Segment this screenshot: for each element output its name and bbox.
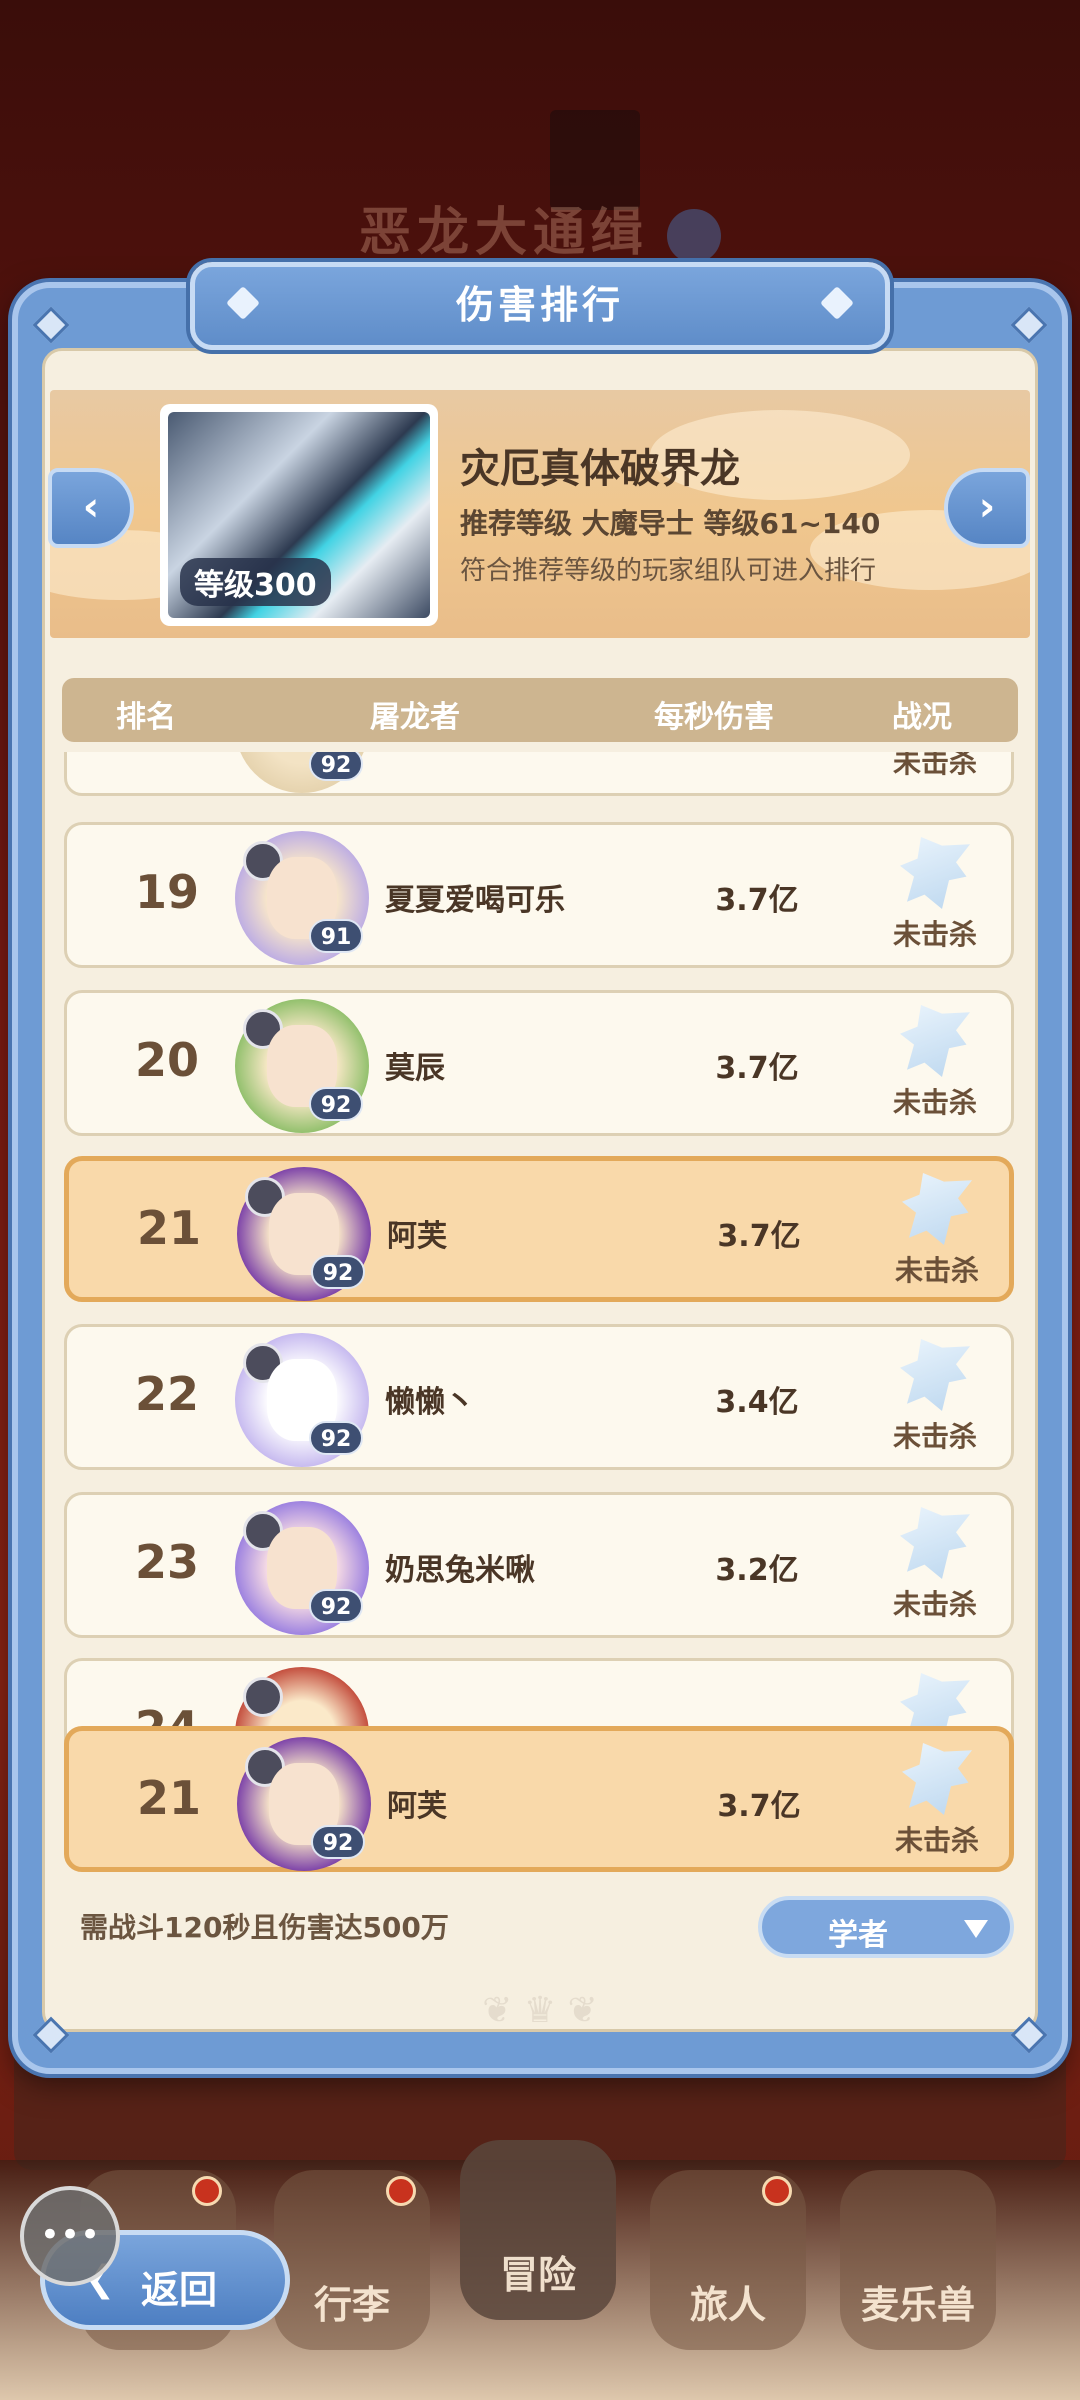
chevron-right-icon: › bbox=[978, 484, 996, 530]
chevron-left-icon: ‹ bbox=[82, 484, 100, 530]
corner-ornament bbox=[32, 306, 70, 344]
class-filter-value: 学者 bbox=[828, 1918, 888, 1953]
player-dps: 3.2亿 bbox=[715, 1553, 799, 1588]
next-boss-button[interactable]: › bbox=[944, 468, 1030, 548]
player-avatar: 92 bbox=[235, 999, 369, 1133]
corner-ornament bbox=[1010, 306, 1048, 344]
chat-icon: ••• bbox=[39, 2215, 101, 2255]
my-ranking-row[interactable]: 21 92 阿芙 3.7亿 未击杀 bbox=[64, 1726, 1014, 1872]
boss-portrait[interactable]: 等级300 bbox=[160, 404, 438, 626]
modal-title-banner: 伤害排行 bbox=[190, 262, 890, 350]
player-avatar: 92 bbox=[235, 1501, 369, 1635]
info-icon bbox=[667, 209, 721, 263]
row-rank: 22 bbox=[134, 1367, 199, 1421]
chat-button[interactable]: ••• bbox=[20, 2186, 120, 2286]
player-avatar: 92 bbox=[235, 1333, 369, 1467]
kill-status: 未击杀 bbox=[873, 1005, 997, 1121]
table-row-highlighted[interactable]: 21 92 阿芙 3.7亿 未击杀 bbox=[64, 1156, 1014, 1302]
row-rank: 20 bbox=[134, 1033, 199, 1087]
notification-badge bbox=[762, 2176, 792, 2206]
notification-badge bbox=[192, 2176, 222, 2206]
previous-boss-button[interactable]: ‹ bbox=[48, 468, 134, 548]
sparkle-icon bbox=[226, 286, 260, 320]
kill-status: 未击杀 bbox=[873, 752, 997, 781]
table-row[interactable]: 19 91 夏夏爱喝可乐 3.7亿 未击杀 bbox=[64, 822, 1014, 968]
player-avatar: 92 bbox=[237, 1167, 371, 1301]
kill-status: 未击杀 bbox=[875, 1173, 999, 1289]
player-dps: 3.7亿 bbox=[717, 1219, 801, 1254]
boss-recommended-level: 推荐等级 大魔导士 等级61~140 bbox=[460, 507, 881, 540]
header-rank: 排名 bbox=[116, 700, 176, 735]
row-rank: 21 bbox=[136, 1201, 201, 1255]
kill-status: 未击杀 bbox=[873, 837, 997, 953]
dragon-icon bbox=[900, 1339, 970, 1411]
player-name: 奶思兔米啾 bbox=[385, 1553, 535, 1588]
nav-item-luggage[interactable]: 行李 bbox=[274, 2170, 430, 2350]
nav-item-travelers[interactable]: 旅人 bbox=[650, 2170, 806, 2350]
player-name: 夏夏爱喝可乐 bbox=[385, 883, 565, 918]
sparkle-icon bbox=[820, 286, 854, 320]
my-name: 阿芙 bbox=[387, 1789, 447, 1824]
boss-image: 等级300 bbox=[168, 412, 430, 618]
table-row[interactable]: 20 92 莫辰 3.7亿 未击杀 bbox=[64, 990, 1014, 1136]
row-rank: 19 bbox=[134, 865, 199, 919]
dragon-icon bbox=[902, 1743, 972, 1815]
kill-status: 未击杀 bbox=[873, 1507, 997, 1623]
player-dps: 3.7亿 bbox=[715, 1051, 799, 1086]
dragon-icon bbox=[900, 1005, 970, 1077]
player-avatar: 91 bbox=[235, 831, 369, 965]
modal-title: 伤害排行 bbox=[455, 283, 624, 327]
row-rank: 23 bbox=[134, 1535, 199, 1589]
player-name: 阿芙 bbox=[387, 1219, 447, 1254]
ranking-table-header: 排名 屠龙者 每秒伤害 战况 bbox=[62, 678, 1018, 742]
table-row[interactable]: 22 92 懒懒丶 3.4亿 未击杀 bbox=[64, 1324, 1014, 1470]
ranking-list[interactable]: 92 未击杀 19 91 夏夏爱喝可乐 3.7亿 未击杀 20 92 莫辰 3.… bbox=[62, 752, 1018, 1872]
boss-name: 灾厄真体破界龙 bbox=[460, 446, 740, 492]
notification-badge bbox=[386, 2176, 416, 2206]
table-row[interactable]: 92 未击杀 bbox=[64, 752, 1014, 796]
dropdown-caret-icon bbox=[964, 1920, 988, 1938]
hexagram-badge-icon bbox=[243, 1677, 283, 1717]
table-row[interactable]: 23 92 奶思兔米啾 3.2亿 未击杀 bbox=[64, 1492, 1014, 1638]
boss-level-badge: 等级300 bbox=[180, 558, 331, 606]
class-filter-dropdown[interactable]: 学者 bbox=[758, 1896, 1014, 1958]
dragon-icon bbox=[902, 1173, 972, 1245]
nav-item-adventure[interactable]: 冒险 bbox=[460, 2140, 616, 2320]
player-avatar: 92 bbox=[235, 752, 369, 793]
my-avatar: 92 bbox=[237, 1737, 371, 1871]
header-slayer: 屠龙者 bbox=[370, 700, 460, 735]
boss-ranking-note: 符合推荐等级的玩家组队可进入排行 bbox=[460, 556, 877, 586]
player-dps: 3.7亿 bbox=[715, 883, 799, 918]
header-status: 战况 bbox=[892, 700, 952, 735]
player-name: 莫辰 bbox=[385, 1051, 445, 1086]
decorative-flourish-icon: ❦ ♛ ❦ bbox=[482, 1990, 598, 2031]
dragon-icon bbox=[900, 1507, 970, 1579]
my-kill-status: 未击杀 bbox=[875, 1743, 999, 1859]
nav-item-pets[interactable]: 麦乐兽 bbox=[840, 2170, 996, 2350]
background-page-title: 恶龙大通缉 bbox=[0, 190, 1080, 265]
ranking-requirement-note: 需战斗120秒且伤害达500万 bbox=[80, 1911, 449, 1944]
player-name: 懒懒丶 bbox=[385, 1385, 475, 1420]
boss-info-panel: 等级300 灾厄真体破界龙 推荐等级 大魔导士 等级61~140 符合推荐等级的… bbox=[50, 390, 1030, 638]
header-dps: 每秒伤害 bbox=[654, 700, 774, 735]
kill-status: 未击杀 bbox=[873, 1339, 997, 1455]
my-rank: 21 bbox=[136, 1771, 201, 1825]
my-dps: 3.7亿 bbox=[717, 1789, 801, 1824]
player-dps: 3.4亿 bbox=[715, 1385, 799, 1420]
dragon-icon bbox=[900, 837, 970, 909]
